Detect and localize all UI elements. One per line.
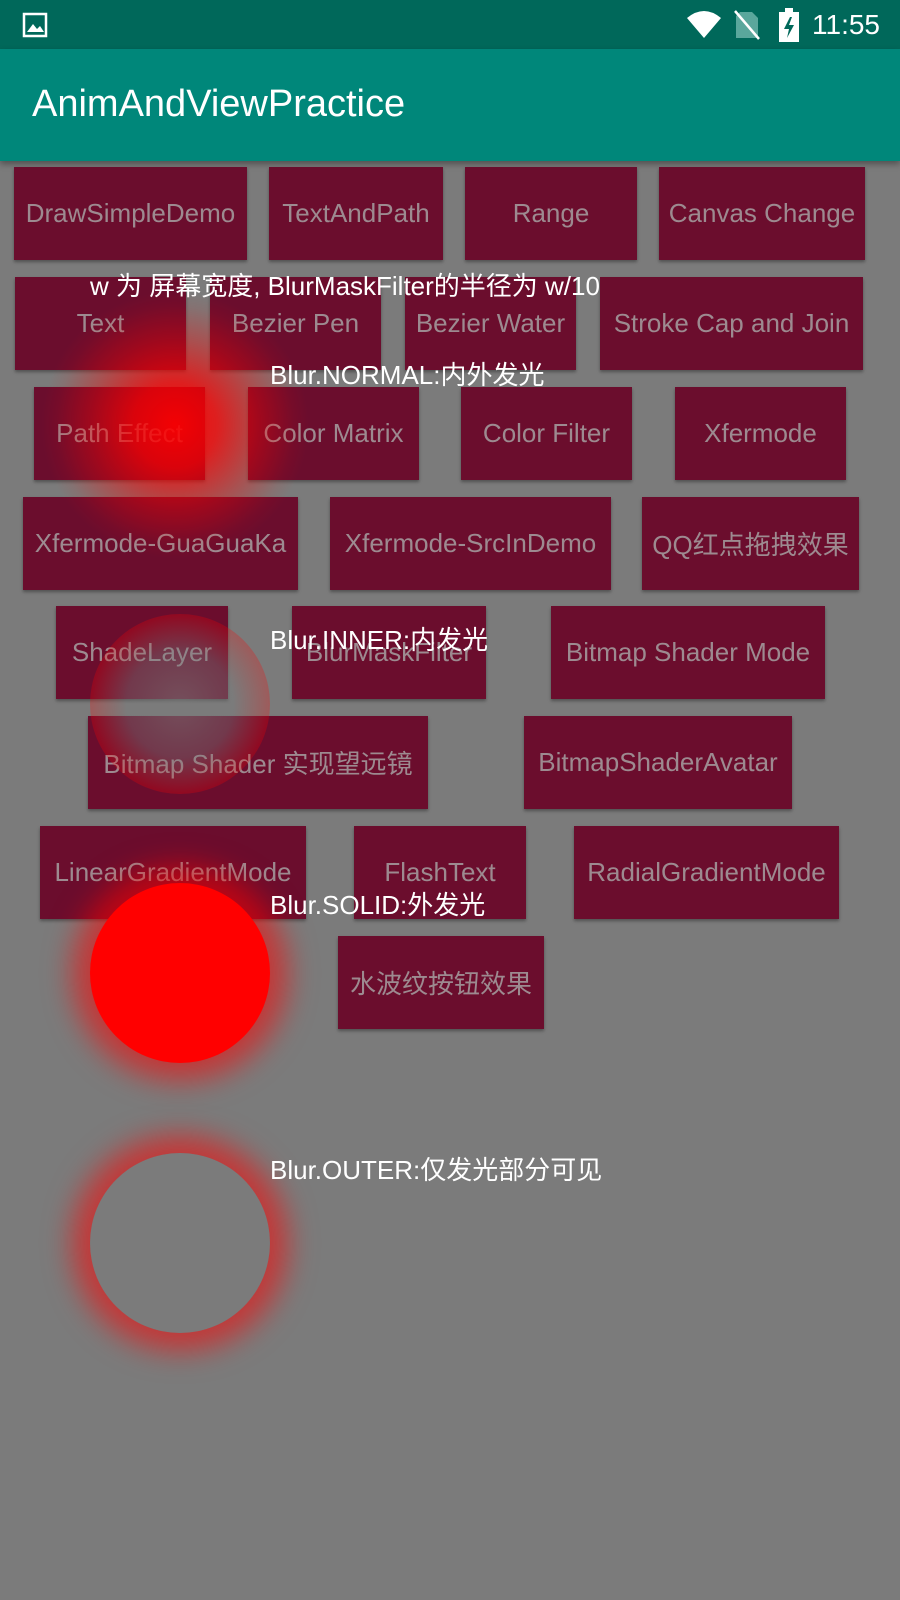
status-bar: 11:55 [0, 0, 900, 49]
button-color-matrix[interactable]: Color Matrix [248, 387, 419, 480]
button-bezier-water[interactable]: Bezier Water [405, 277, 576, 370]
button-bitmap-shader-mode[interactable]: Bitmap Shader Mode [551, 606, 825, 699]
button-bezier-pen[interactable]: Bezier Pen [210, 277, 381, 370]
app-bar: AnimAndViewPractice [0, 49, 900, 161]
button-ripple-effect[interactable]: 水波纹按钮效果 [338, 936, 544, 1029]
button-range[interactable]: Range [465, 167, 637, 260]
button-color-filter[interactable]: Color Filter [461, 387, 632, 480]
button-flash-text[interactable]: FlashText [354, 826, 526, 919]
no-sim-icon [734, 10, 760, 40]
button-bitmap-shader-telescope[interactable]: Bitmap Shader 实现望远镜 [88, 716, 428, 809]
button-blur-mask-filter[interactable]: BlurMaskFilter [292, 606, 486, 699]
blur-outer-circle [90, 1153, 270, 1333]
status-time: 11:55 [812, 9, 880, 40]
button-bitmap-shader-avatar[interactable]: BitmapShaderAvatar [524, 716, 792, 809]
wifi-icon [687, 11, 721, 38]
button-text-and-path[interactable]: TextAndPath [269, 167, 443, 260]
app-title: AnimAndViewPractice [32, 83, 406, 125]
button-text[interactable]: Text [15, 277, 186, 370]
button-linear-gradient-mode[interactable]: LinearGradientMode [40, 826, 306, 919]
battery-charging-icon [779, 8, 799, 42]
button-draw-simple-demo[interactable]: DrawSimpleDemo [14, 167, 247, 260]
button-stroke-cap-and-join[interactable]: Stroke Cap and Join [600, 277, 863, 370]
button-qq-red-dot-drag[interactable]: QQ红点拖拽效果 [642, 497, 859, 590]
button-path-effect[interactable]: Path Effect [34, 387, 205, 480]
button-xfermode-srcindemo[interactable]: Xfermode-SrcInDemo [330, 497, 611, 590]
button-xfermode[interactable]: Xfermode [675, 387, 846, 480]
button-shade-layer[interactable]: ShadeLayer [56, 606, 228, 699]
button-canvas-change[interactable]: Canvas Change [659, 167, 865, 260]
button-xfermode-guaguaka[interactable]: Xfermode-GuaGuaKa [23, 497, 298, 590]
label-blur-outer: Blur.OUTER:仅发光部分可见 [270, 1155, 603, 1185]
button-radial-gradient-mode[interactable]: RadialGradientMode [574, 826, 839, 919]
image-icon [22, 12, 48, 38]
